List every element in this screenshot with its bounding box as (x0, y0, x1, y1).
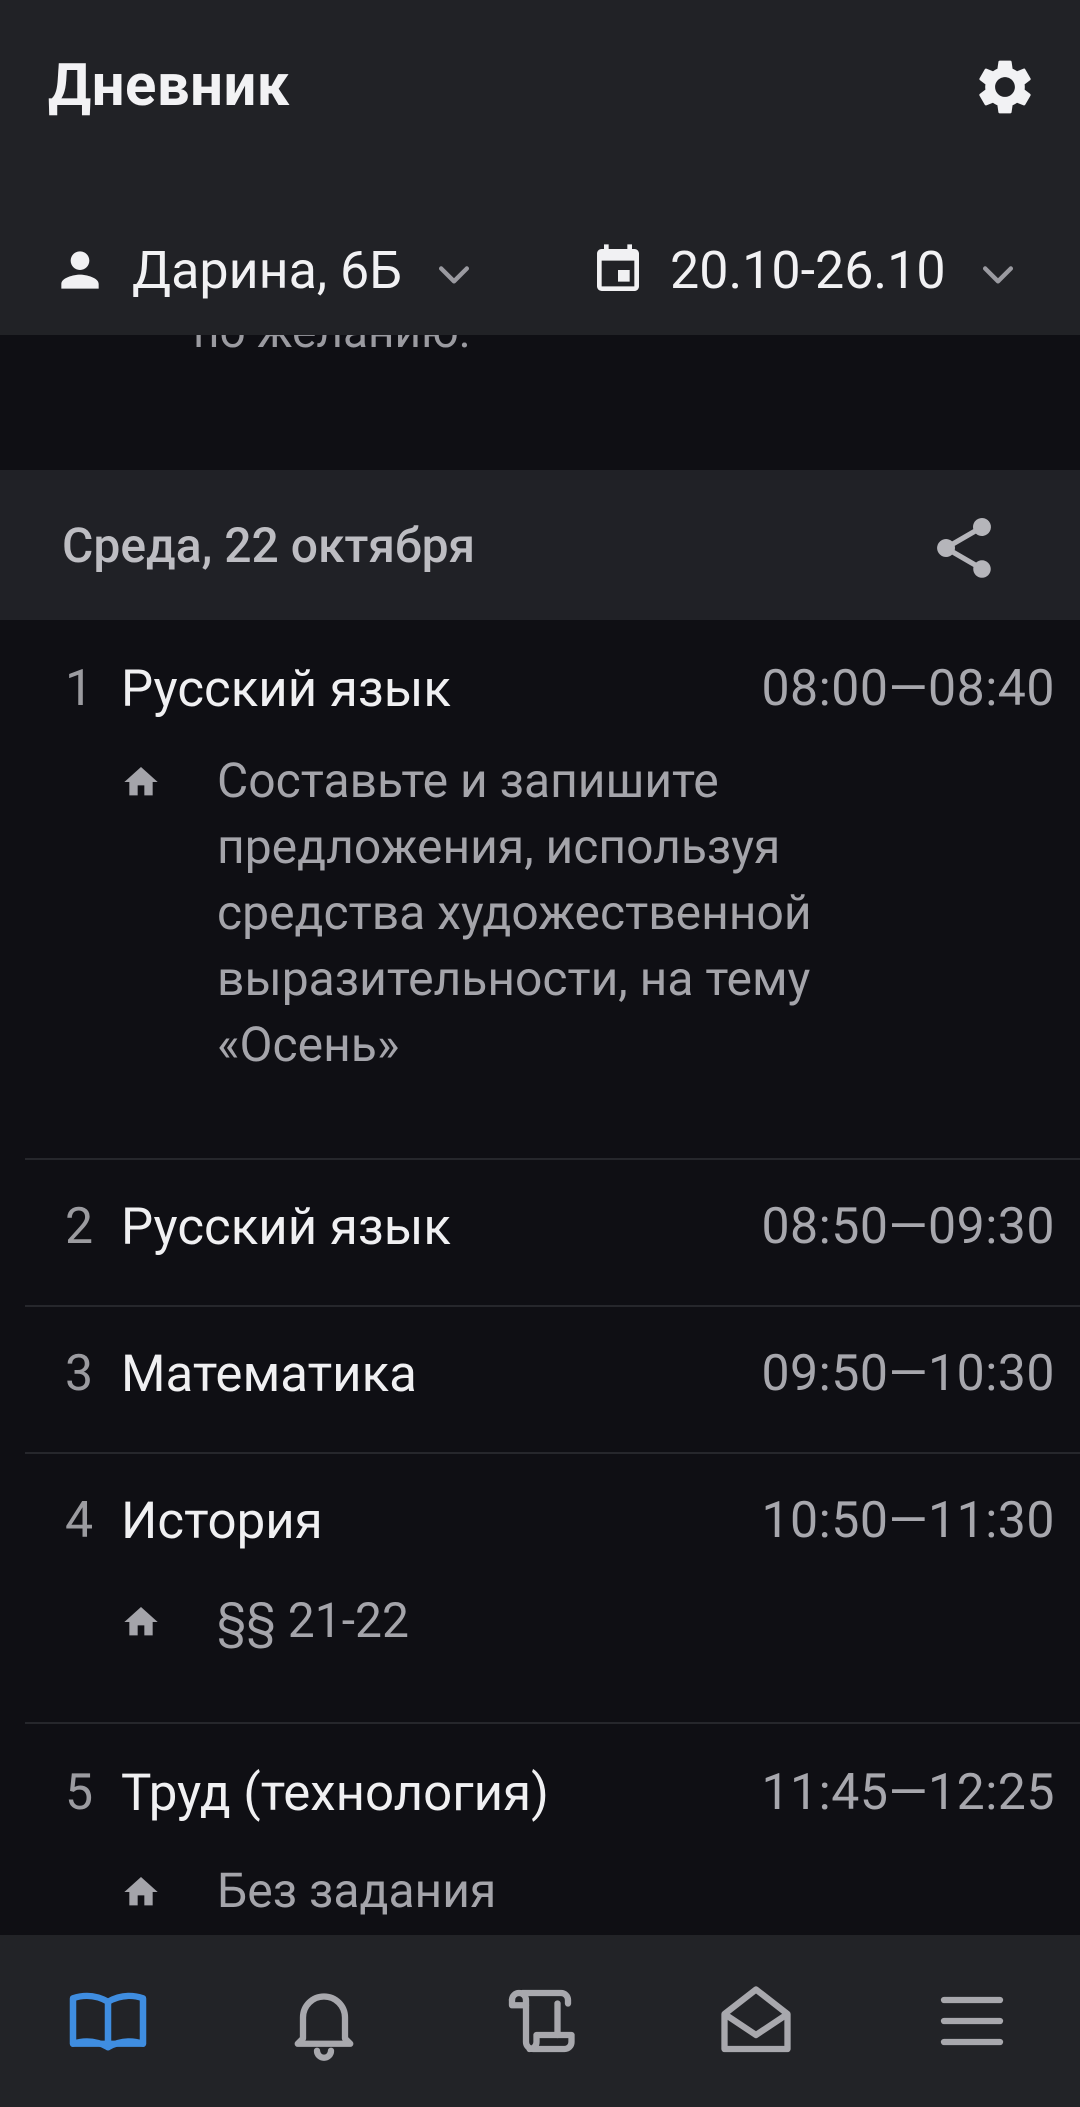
homework-text: §§ 21-22 (217, 1592, 409, 1649)
home-icon (121, 1872, 161, 1912)
page-title: Дневник (48, 52, 290, 120)
scroll-icon (508, 1989, 575, 2053)
lesson-number: 3 (65, 1345, 94, 1403)
calendar-icon (590, 242, 646, 298)
previous-homework-text: по желанию. (193, 335, 471, 359)
book-icon (69, 1992, 147, 2051)
week-label: 20.10-26.10 (670, 239, 946, 301)
person-icon (52, 242, 108, 298)
day-title: Среда, 22 октября (62, 516, 476, 574)
chevron-down-icon (432, 248, 476, 292)
share-icon[interactable] (928, 512, 1000, 584)
bottom-navigation (0, 1935, 1080, 2107)
nav-notifications[interactable] (216, 1935, 432, 2107)
day-header: Среда, 22 октября (0, 470, 1080, 620)
week-selector[interactable]: 20.10-26.10 (590, 220, 1020, 320)
lesson-subject: Математика (121, 1345, 417, 1404)
lesson-subject: Русский язык (121, 660, 451, 719)
lesson-item[interactable]: 2 Русский язык 08:50—09:30 (25, 1158, 1080, 1307)
bell-icon (294, 1993, 354, 2061)
homework-text: Без задания (217, 1862, 497, 1919)
nav-messages[interactable] (648, 1935, 864, 2107)
app-bar: Дневник Дарина, 6Б 20.10-26.10 (0, 0, 1080, 335)
lesson-number: 5 (65, 1764, 94, 1822)
nav-assignments[interactable] (432, 1935, 648, 2107)
lesson-subject: Русский язык (121, 1198, 451, 1257)
lesson-time: 08:00—08:40 (761, 660, 1055, 718)
student-label: Дарина, 6Б (132, 239, 403, 301)
lesson-subject: Труд (технология) (121, 1764, 549, 1823)
lesson-item[interactable]: 4 История 10:50—11:30 §§ 21-22 (25, 1452, 1080, 1724)
menu-icon (940, 1996, 1004, 2046)
lesson-time: 10:50—11:30 (761, 1492, 1055, 1550)
lesson-time: 09:50—10:30 (761, 1345, 1055, 1403)
student-selector[interactable]: Дарина, 6Б (52, 220, 476, 320)
filters-row: Дарина, 6Б 20.10-26.10 (0, 220, 1080, 320)
diary-list[interactable]: по желанию. Среда, 22 октября 1 Русский … (0, 335, 1080, 1935)
chevron-down-icon (976, 248, 1020, 292)
home-icon (121, 1602, 161, 1642)
lesson-item[interactable]: 1 Русский язык 08:00—08:40 Составьте и з… (25, 620, 1080, 1160)
lesson-number: 4 (65, 1492, 94, 1550)
gear-icon[interactable] (972, 54, 1038, 120)
nav-diary[interactable] (0, 1935, 216, 2107)
lesson-item[interactable]: 3 Математика 09:50—10:30 (25, 1305, 1080, 1454)
lesson-subject: История (121, 1492, 323, 1551)
lesson-time: 08:50—09:30 (761, 1198, 1055, 1256)
home-icon (121, 762, 161, 802)
homework-text: Составьте и запишите предложения, исполь… (217, 752, 812, 1073)
lesson-number: 2 (65, 1198, 94, 1256)
lesson-item[interactable]: 5 Труд (технология) 11:45—12:25 Без зада… (25, 1724, 1080, 1935)
envelope-open-icon (721, 1986, 791, 2053)
lesson-time: 11:45—12:25 (761, 1764, 1055, 1822)
lesson-number: 1 (65, 660, 94, 718)
nav-menu[interactable] (864, 1935, 1080, 2107)
